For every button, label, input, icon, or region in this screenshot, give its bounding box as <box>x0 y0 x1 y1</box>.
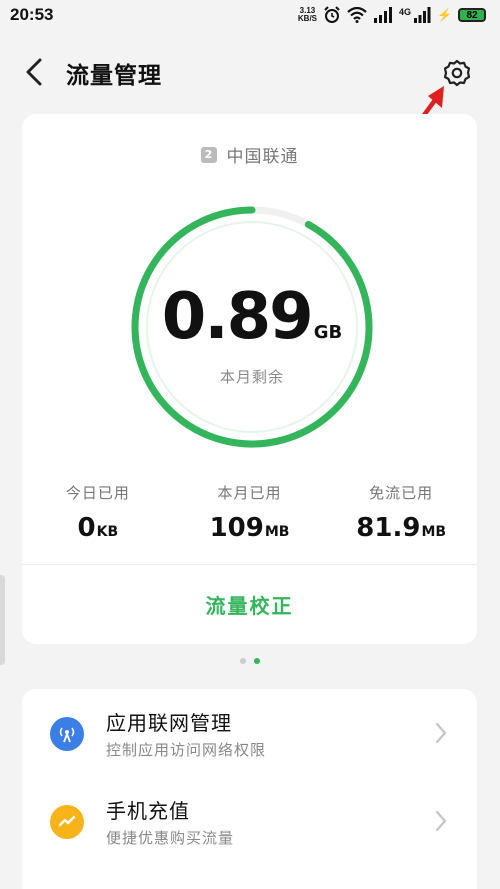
list-item-app-network[interactable]: 应用联网管理 控制应用访问网络权限 <box>22 689 477 777</box>
list-item-recharge[interactable]: 手机充值 便捷优惠购买流量 <box>22 777 477 865</box>
calibrate-button[interactable]: 流量校正 <box>22 566 477 642</box>
network-label: 4G <box>399 7 412 17</box>
charging-icon: ⚡ <box>437 8 452 22</box>
signal-icon-2 <box>414 7 431 23</box>
stat-number: 81.9 <box>356 513 421 543</box>
net-speed-unit: KB/S <box>297 14 318 23</box>
status-bar: 20:53 3.13 KB/S 4G ⚡ 82 <box>0 0 500 30</box>
stat-value: 0KB <box>22 513 174 543</box>
stat-number: 0 <box>77 513 96 543</box>
stat-unit: MB <box>264 524 290 540</box>
stat-label: 免流已用 <box>369 484 434 502</box>
chevron-left-icon <box>26 58 42 86</box>
stat-value: 109MB <box>174 513 326 543</box>
card-divider <box>22 564 477 565</box>
remaining-label: 本月剩余 <box>219 368 284 386</box>
net-speed: 3.13 KB/S <box>298 7 317 23</box>
chevron-right-icon <box>435 722 447 744</box>
wifi-icon <box>347 7 367 23</box>
carrier-name: 中国联通 <box>226 147 299 167</box>
usage-ring[interactable]: 0.89 GB 本月剩余 <box>127 202 377 452</box>
list-item-title: 应用联网管理 <box>106 711 232 735</box>
sim-slot-badge: 2 <box>200 146 217 163</box>
list-item-title: 手机充值 <box>106 799 190 823</box>
signal-icon <box>374 7 393 23</box>
gear-icon <box>443 59 471 87</box>
chevron-right-icon <box>435 810 447 832</box>
stat-today: 今日已用 0KB <box>22 482 174 543</box>
usage-card: 2 中国联通 0.89 GB 本月剩余 今日已用 0KB 本月已用 109MB 免… <box>22 114 477 644</box>
remaining-unit: GB <box>313 322 343 343</box>
back-button[interactable] <box>22 58 46 86</box>
list-item-subtitle: 控制应用访问网络权限 <box>106 741 267 759</box>
side-drawer-handle[interactable] <box>0 575 5 665</box>
stat-unit: MB <box>421 524 447 540</box>
stat-number: 109 <box>209 513 264 543</box>
status-icons: 3.13 KB/S 4G ⚡ 82 <box>298 6 486 24</box>
stat-month: 本月已用 109MB <box>174 482 326 543</box>
page-title: 流量管理 <box>66 63 162 89</box>
stat-label: 本月已用 <box>217 484 282 502</box>
usage-stats: 今日已用 0KB 本月已用 109MB 免流已用 81.9MB <box>22 482 477 543</box>
alarm-icon <box>324 6 340 23</box>
lightning-icon <box>50 805 84 839</box>
stat-label: 今日已用 <box>65 484 130 502</box>
pagination-dots <box>240 658 260 664</box>
stat-free: 免流已用 81.9MB <box>325 482 477 543</box>
page-dot-1[interactable] <box>240 658 246 664</box>
feature-list: 应用联网管理 控制应用访问网络权限 手机充值 便捷优惠购买流量 <box>22 689 477 889</box>
remaining-amount: 0.89 GB <box>127 280 377 354</box>
stat-value: 81.9MB <box>325 513 477 543</box>
remaining-value: 0.89 <box>161 280 314 354</box>
carrier-row: 2 中国联通 <box>22 142 477 167</box>
antenna-icon <box>50 717 84 751</box>
status-time: 20:53 <box>10 5 54 24</box>
stat-unit: KB <box>96 524 119 540</box>
page-dot-2[interactable] <box>254 658 260 664</box>
list-item-subtitle: 便捷优惠购买流量 <box>106 829 235 847</box>
battery-indicator: 82 <box>458 8 486 22</box>
